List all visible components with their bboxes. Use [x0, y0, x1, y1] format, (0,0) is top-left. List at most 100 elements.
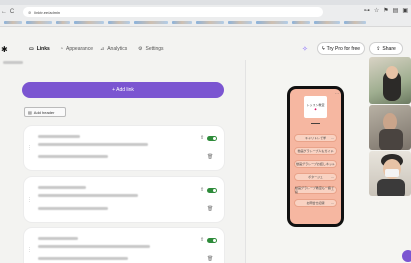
drag-handle-icon[interactable]: ⋮	[27, 145, 32, 151]
blurred-text	[38, 207, 108, 210]
appearance-icon: ◔	[60, 46, 64, 52]
preview-link-button[interactable]: 動画グラレーブお話しネット ⋯	[294, 160, 337, 168]
bookmark-item[interactable]	[26, 20, 52, 24]
share-button[interactable]: ⇪ Share	[369, 42, 403, 55]
extension-icon[interactable]: ⚑	[383, 7, 388, 14]
bookmark-item[interactable]	[74, 20, 104, 24]
link-card[interactable]: ⋮ ⇧ 🗑	[24, 126, 224, 170]
preview-link-label: 動画グラレーブ人もガイド	[297, 149, 334, 153]
profile-icon[interactable]: ▣	[402, 7, 408, 14]
link-card[interactable]: ⋮ ⇧ 🗑	[24, 177, 224, 222]
profile-logo-mark: ◆	[314, 107, 317, 111]
blurred-text	[3, 61, 23, 64]
browser-toolbar-icons: ⊶ ☆ ⚑ ▤ ▣	[364, 7, 408, 14]
blurred-text	[38, 257, 128, 260]
tab-appearance[interactable]: ◔ Appearance	[60, 46, 93, 52]
url-text: linktr.ee/admin	[34, 9, 61, 15]
blurred-text	[38, 245, 150, 248]
share-link-icon[interactable]: ⇧	[200, 237, 204, 243]
link-menu-icon: ⋯	[331, 201, 334, 205]
tab-analytics[interactable]: ⊿ Analytics	[100, 46, 127, 52]
bookmark-item[interactable]	[4, 20, 22, 24]
preview-link-label: お問合せ記録	[306, 201, 325, 205]
sparkle-icon[interactable]: ✧	[302, 45, 308, 53]
phone-preview: ⋯ レッスン教室 ◆ ▬▬▬ キャリトレで学 ⋯ 動画グラレーブ人もガイド ⋯ 動画…	[287, 86, 344, 227]
link-toggle[interactable]	[207, 188, 217, 193]
trash-icon[interactable]: 🗑	[207, 206, 213, 212]
drag-handle-icon[interactable]: ⋮	[27, 197, 32, 203]
preview-link-button[interactable]: お問合せ記録 ⋯	[294, 199, 337, 207]
link-toggle[interactable]	[207, 238, 217, 243]
site-info-icon[interactable]: ⊚	[28, 10, 31, 15]
blurred-text	[38, 135, 80, 138]
bookmark-item[interactable]	[314, 20, 340, 24]
trash-icon[interactable]: 🗑	[207, 154, 213, 160]
share-link-icon[interactable]: ⇧	[200, 187, 204, 193]
link-menu-icon: ⋯	[331, 136, 334, 140]
participant-face	[386, 66, 398, 79]
preview-link-button[interactable]: ポタージュ ⋯	[294, 173, 337, 181]
bookmark-item[interactable]	[108, 20, 130, 24]
share-icon: ⇪	[376, 45, 381, 52]
address-bar-row: ← C ⊚ linktr.ee/admin	[0, 6, 411, 18]
profile-title: ▬▬▬	[311, 121, 320, 125]
app-header: ✱ ▭ Links ◔ Appearance ⊿ Analytics ⚙ Set…	[0, 40, 411, 60]
bookmark-item[interactable]	[196, 20, 224, 24]
analytics-icon: ⊿	[100, 46, 105, 52]
share-link-icon[interactable]: ⇧	[200, 135, 204, 141]
preview-link-label: ポタージュ	[308, 175, 323, 179]
lightning-icon: ϟ	[321, 45, 325, 52]
linktree-logo-icon[interactable]: ✱	[1, 45, 8, 54]
bookmark-item[interactable]	[228, 20, 252, 24]
share-label: Share	[382, 45, 396, 52]
settings-icon: ⚙	[138, 46, 143, 52]
bookmark-item[interactable]	[344, 20, 366, 24]
link-toggle[interactable]	[207, 136, 217, 141]
link-menu-icon: ⋯	[331, 175, 334, 179]
video-tile	[369, 57, 411, 104]
more-icon[interactable]: ⋯	[335, 91, 339, 96]
try-pro-button[interactable]: ϟ Try Pro for free	[317, 42, 365, 55]
address-bar[interactable]: ⊚ linktr.ee/admin	[23, 7, 323, 17]
link-card[interactable]: ⋮ ⇧ 🗑	[24, 228, 224, 263]
star-icon[interactable]: ☆	[374, 7, 379, 14]
link-menu-icon: ⋯	[331, 149, 334, 153]
tab-analytics-label: Analytics	[107, 46, 128, 52]
add-link-label: + Add link	[112, 87, 134, 93]
sidebar-icon[interactable]: ▤	[393, 7, 399, 14]
try-pro-label: Try Pro for free	[326, 45, 361, 52]
add-header-button[interactable]: ▤ Add header	[24, 107, 66, 117]
add-link-button[interactable]: + Add link	[22, 82, 224, 98]
tab-links[interactable]: ▭ Links	[29, 46, 50, 52]
back-icon[interactable]: ←	[0, 9, 8, 15]
link-menu-icon: ⋯	[331, 162, 334, 166]
help-button[interactable]	[402, 250, 411, 262]
face-mask	[385, 169, 399, 177]
key-icon[interactable]: ⊶	[364, 7, 370, 14]
tab-settings[interactable]: ⚙ Settings	[138, 46, 164, 52]
bookmark-item[interactable]	[256, 20, 288, 24]
tab-links-label: Links	[36, 46, 50, 52]
preview-link-label: 動画グラレーブ教室も一緒で投	[295, 186, 334, 194]
video-tile	[369, 105, 411, 150]
participant-figure	[379, 129, 403, 150]
drag-handle-icon[interactable]: ⋮	[27, 247, 32, 253]
phone-screen: ⋯ レッスン教室 ◆ ▬▬▬ キャリトレで学 ⋯ 動画グラレーブ人もガイド ⋯ 動画…	[290, 89, 341, 224]
bookmark-item[interactable]	[292, 20, 310, 24]
bookmark-item[interactable]	[172, 20, 192, 24]
browser-chrome: ← C ⊚ linktr.ee/admin ⊶ ☆ ⚑ ▤ ▣	[0, 0, 411, 27]
trash-icon[interactable]: 🗑	[207, 256, 213, 262]
tab-appearance-label: Appearance	[66, 46, 93, 52]
participant-figure	[377, 179, 405, 196]
tab-settings-label: Settings	[145, 46, 164, 52]
preview-link-button[interactable]: 動画グラレーブ人もガイド ⋯	[294, 147, 337, 155]
bookmark-item[interactable]	[56, 20, 70, 24]
preview-link-label: キャリトレで学	[304, 136, 326, 140]
preview-link-button[interactable]: キャリトレで学 ⋯	[294, 134, 337, 142]
blurred-text	[38, 155, 108, 158]
blurred-text	[38, 237, 78, 240]
bookmark-item[interactable]	[134, 20, 168, 24]
preview-link-button[interactable]: 動画グラレーブ教室も一緒で投 ⋯	[294, 186, 337, 194]
browser-tab-strip	[0, 0, 411, 5]
reload-icon[interactable]: C	[8, 9, 16, 15]
